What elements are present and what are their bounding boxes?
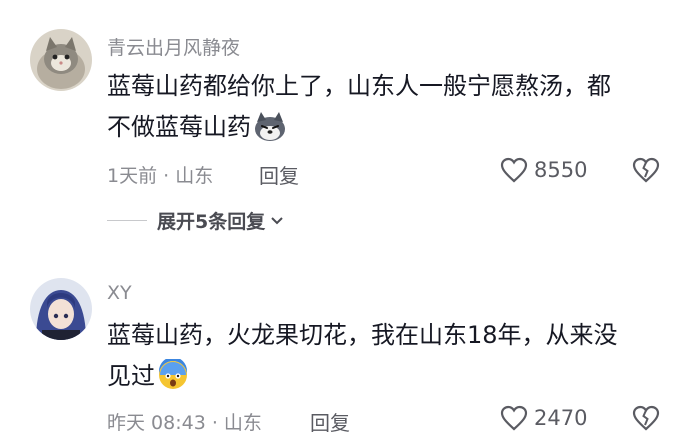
- comment-text-line: 不做蓝莓山药: [107, 113, 251, 141]
- broken-heart-icon: [632, 405, 660, 431]
- comment-meta: 昨天 08:43 · 山东: [107, 412, 262, 434]
- comment-text-line: 见过: [107, 362, 155, 390]
- husky-face-icon: [253, 112, 287, 155]
- heart-icon: [500, 157, 528, 183]
- dislike-button[interactable]: [632, 405, 660, 435]
- expand-replies-label: 展开5条回复: [157, 211, 266, 233]
- like-button[interactable]: 8550: [500, 157, 587, 183]
- broken-heart-icon: [632, 157, 660, 183]
- anime-girl-avatar-icon: [30, 278, 92, 340]
- reply-button[interactable]: 回复: [259, 160, 299, 189]
- username[interactable]: 青云出月风静夜: [107, 33, 240, 60]
- cat-avatar-icon: [30, 29, 92, 91]
- expand-replies-button[interactable]: 展开5条回复: [107, 207, 284, 234]
- scared-face-icon: [157, 357, 189, 404]
- username[interactable]: XY: [107, 282, 132, 304]
- like-button[interactable]: 2470: [500, 405, 587, 431]
- heart-icon: [500, 405, 528, 431]
- avatar[interactable]: [30, 29, 92, 91]
- avatar[interactable]: [30, 278, 92, 340]
- reply-button[interactable]: 回复: [310, 407, 350, 436]
- comment-text-line: 蓝莓山药，火龙果切花，我在山东18年，从来没: [107, 321, 618, 349]
- like-count: 2470: [534, 406, 588, 430]
- comment-text: 蓝莓山药都给你上了，山东人一般宁愿熬汤，都 不做蓝莓山药: [107, 66, 672, 155]
- comment-text: 蓝莓山药，火龙果切花，我在山东18年，从来没 见过: [107, 315, 672, 404]
- comment-meta: 1天前 · 山东: [107, 165, 214, 187]
- comment-text-line: 蓝莓山药都给你上了，山东人一般宁愿熬汤，都: [107, 72, 611, 100]
- like-count: 8550: [534, 158, 588, 182]
- divider: [107, 220, 147, 221]
- dislike-button[interactable]: [632, 157, 660, 187]
- chevron-down-icon: [271, 216, 283, 224]
